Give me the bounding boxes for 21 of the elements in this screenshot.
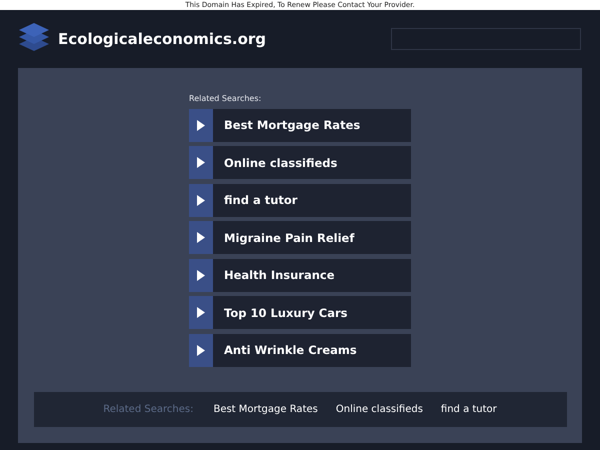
search-field[interactable] — [391, 28, 581, 50]
related-search-link[interactable]: Online classifieds — [189, 146, 411, 179]
related-search-link[interactable]: Migraine Pain Relief — [189, 221, 411, 254]
related-search-link[interactable]: Health Insurance — [189, 258, 411, 292]
play-arrow-icon — [197, 344, 205, 356]
footer-label: Related Searches: — [103, 404, 194, 415]
related-search-link[interactable]: Best Mortgage Rates — [189, 108, 411, 142]
footer-link[interactable]: Online classifieds — [336, 404, 423, 415]
play-arrow-icon — [197, 120, 205, 130]
related-search-link[interactable]: find a tutor — [189, 184, 411, 216]
play-arrow-icon — [197, 270, 205, 280]
play-arrow-icon — [197, 232, 205, 243]
footer-link[interactable]: Best Mortgage Rates — [213, 404, 318, 415]
related-search-link[interactable]: Anti Wrinkle Creams — [189, 334, 411, 366]
footer-link[interactable]: find a tutor — [440, 404, 497, 415]
play-arrow-icon — [197, 194, 205, 206]
site-name: Ecologicaleconomics.org — [58, 30, 266, 48]
play-arrow-icon — [197, 157, 205, 168]
related-searches-label: Related Searches: — [189, 94, 262, 103]
play-arrow-icon — [197, 307, 205, 318]
related-search-link[interactable]: Top 10 Luxury Cars — [189, 296, 411, 329]
